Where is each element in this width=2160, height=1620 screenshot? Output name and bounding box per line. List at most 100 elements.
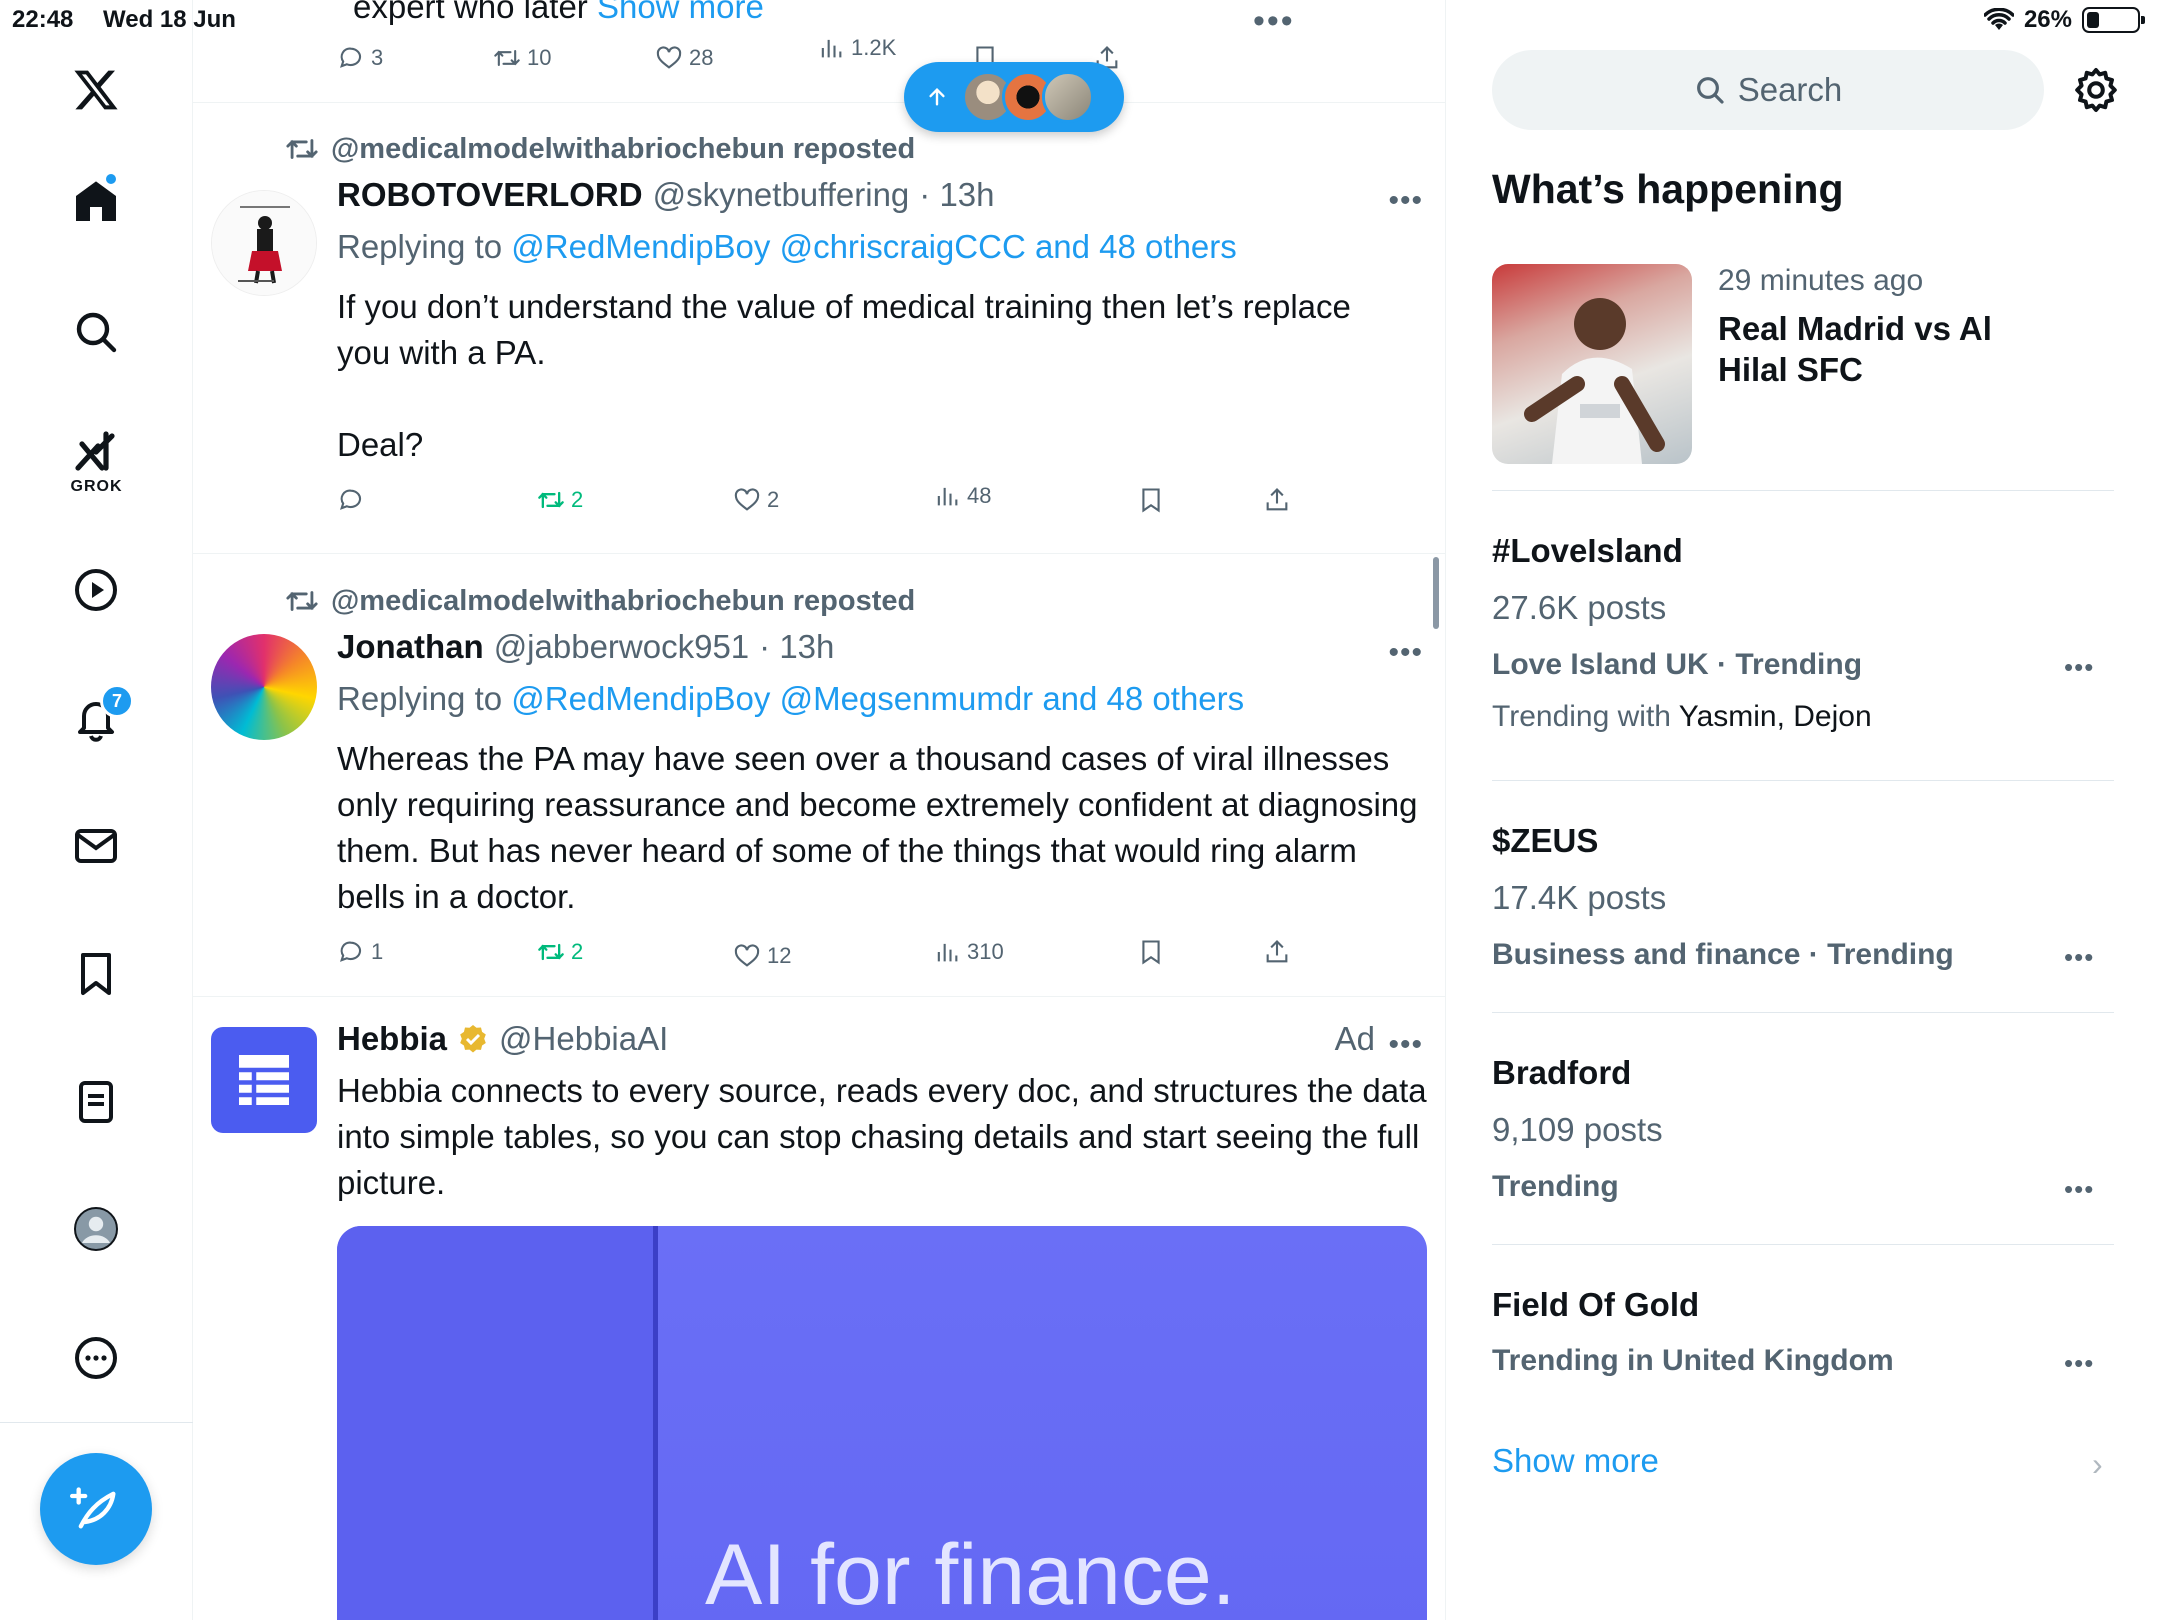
search-placeholder: Search [1737,71,1843,108]
trend-name[interactable]: Field Of Gold [1492,1286,1699,1324]
author-handle[interactable]: @HebbiaAI [499,1020,668,1058]
repost-icon [538,491,564,509]
hebbia-logo[interactable] [211,1027,317,1133]
repost-icon [494,49,520,67]
like-button[interactable]: 28 [655,44,713,72]
reply-button[interactable] [337,486,371,514]
repost-indicator: @medicalmodelwithabriochebun reposted [285,132,915,166]
reply-icon [340,47,362,68]
replying-links[interactable]: @RedMendipBoy @Megsenmumdr and 48 others [511,680,1244,717]
tweet-actions: 2 2 48 [337,483,1417,526]
whats-happening-title: What’s happening [1492,166,1844,212]
tweet-actions: 1 2 12 310 [337,938,1417,978]
nav-home[interactable] [66,172,126,232]
trend-post-count: 9,109 posts [1492,1111,1663,1148]
avatar[interactable] [211,634,317,740]
reply-button[interactable]: 3 [337,44,383,72]
chevron-right-icon[interactable]: › [2092,1446,2103,1483]
tweet-more-icon[interactable]: ••• [1388,636,1423,670]
divider [1492,1012,2114,1013]
tweet-header: ROBOTOVERLORD @skynetbuffering · 13h [337,176,995,214]
bookmark-icon [1142,488,1160,513]
author-handle[interactable]: @skynetbuffering [653,176,910,214]
trend-more-icon[interactable]: ••• [2064,1174,2094,1205]
nav-lists[interactable] [66,1072,126,1132]
like-button[interactable]: 12 [733,942,791,970]
ad-label: Ad [1334,1020,1375,1057]
nav-grok[interactable] [66,422,126,482]
nav-explore[interactable] [66,302,126,362]
nav-more[interactable] [66,1328,126,1388]
ad-headline: AI for finance. [705,1527,1236,1620]
repost-button[interactable]: 10 [493,44,551,72]
divider [193,102,1445,103]
nav-notifications[interactable]: 7 [66,684,134,748]
battery-icon [2082,7,2145,33]
views-button[interactable]: 48 [933,482,991,510]
news-title[interactable]: Real Madrid vs Al Hilal SFC [1718,308,2048,390]
tweet-more-icon[interactable]: ••• [1388,1028,1423,1062]
tweet-text: If you don’t understand the value of med… [337,288,1351,463]
nav-messages[interactable] [66,816,126,876]
like-button[interactable]: 2 [733,486,779,514]
views-chart-icon [937,487,958,506]
divider [1492,780,2114,781]
reply-icon [340,489,362,510]
replying-to: Replying to @RedMendipBoy @Megsenmumdr a… [337,680,1245,717]
trend-name[interactable]: #LoveIsland [1492,532,1683,570]
heart-icon [656,46,682,69]
author-name[interactable]: Jonathan [337,628,484,666]
nav-bookmarks[interactable] [66,944,126,1004]
share-button[interactable] [1263,486,1291,514]
reply-button[interactable]: 1 [337,938,383,966]
top-tweet-actions: 3 10 28 1.2K [337,35,1417,84]
trend-post-count: 27.6K posts [1492,589,1667,626]
repost-button[interactable]: 2 [537,486,583,514]
bookmark-button[interactable] [1137,486,1165,514]
share-button[interactable] [1263,938,1291,966]
author-handle[interactable]: @jabberwock951 [494,628,749,666]
repost-icon [286,591,318,611]
replying-links[interactable]: @RedMendipBoy @chriscraigCCC and 48 othe… [511,228,1236,265]
share-icon [1266,488,1288,511]
trend-more-icon[interactable]: ••• [2064,942,2094,973]
reply-icon [340,941,362,962]
nav-profile[interactable] [66,1199,126,1259]
trend-category: Business and finance · Trending [1492,938,1954,971]
tweet-header: Hebbia @HebbiaAI [337,1020,668,1058]
author-name[interactable]: ROBOTOVERLORD [337,176,643,214]
divider [193,553,1445,554]
author-name[interactable]: Hebbia [337,1020,447,1058]
gear-icon[interactable] [2072,66,2120,114]
tweet-more-icon[interactable]: ••• [1388,184,1423,218]
compose-feather-icon [70,1487,116,1529]
scrollbar-indicator[interactable] [1433,557,1439,629]
bookmark-button[interactable] [1137,938,1165,966]
divider [1492,490,2114,491]
trend-category: Love Island UK · Trending [1492,648,1863,681]
news-time: 29 minutes ago [1718,264,1924,297]
avatar[interactable] [211,190,317,296]
show-more-link[interactable]: Show more [1492,1442,1659,1480]
status-right: 26% [1983,6,2145,34]
views-button[interactable]: 310 [933,938,1004,966]
status-date: Wed 18 Jun [103,6,236,33]
arrow-up-icon [929,87,945,106]
nav-divider [0,1422,193,1423]
new-posts-pill[interactable] [904,62,1124,132]
trend-name[interactable]: Bradford [1492,1054,1631,1092]
x-logo-icon[interactable] [66,60,126,120]
ad-media-card[interactable]: AI for finance. [337,1226,1427,1620]
compose-button[interactable] [40,1453,152,1565]
repost-button[interactable]: 2 [537,938,583,966]
nav-video[interactable] [66,560,126,620]
battery-percent: 26% [2023,6,2072,33]
tweet-time: · 13h [919,176,995,213]
left-nav: GROK 7 [0,0,193,1620]
verified-gold-badge-icon [460,1025,486,1053]
trend-name[interactable]: $ZEUS [1492,822,1598,860]
trend-more-icon[interactable]: ••• [2064,1348,2094,1379]
trend-more-icon[interactable]: ••• [2064,652,2094,683]
search-input[interactable]: Search [1492,50,2044,130]
table-grid-icon [239,1055,289,1105]
